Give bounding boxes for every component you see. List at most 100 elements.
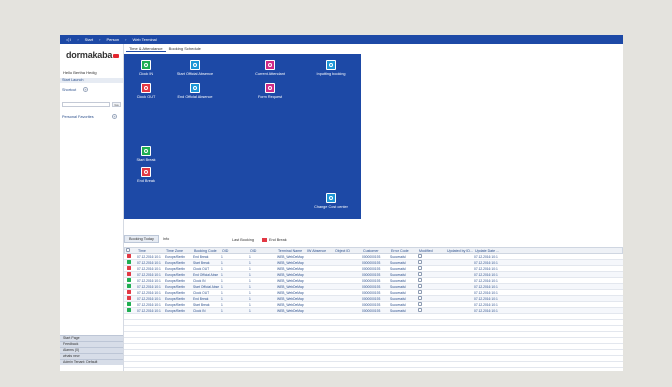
sidebar: dormakaba Hello Bertha Hedig Start Launc… [60,44,124,371]
table-body: 07.12.2016 10:1 Europe/Berlin End Break 1 1 W… [124,254,623,371]
modified-checkbox[interactable] [417,272,445,277]
col-time-zone[interactable]: Time Zone [165,249,193,253]
row-status-icon [124,272,136,277]
cell-booking-code: End Break [193,254,209,259]
cell-oid: 1 [221,260,223,265]
cell-booking-code: Clock OUT [193,266,210,271]
breadcrumb-web-terminal[interactable]: Web Terminal [132,37,156,42]
shortcut-input[interactable] [62,102,110,107]
cell-time-zone: Europe/Berlin [165,278,185,283]
cell-oid-2: 1 [249,254,251,259]
row-status-icon [124,260,136,265]
col-time[interactable]: Time [137,249,165,253]
end-absence-icon [190,83,200,93]
cell-oid-2: 1 [249,296,251,301]
add-shortcut-icon[interactable]: + [83,87,88,92]
inputting-booking-tile[interactable]: Inputting booking [309,60,353,76]
clock-out-tile[interactable]: Clock OUT [124,83,168,99]
cost-center-icon [326,193,336,203]
col-oid[interactable]: OID [221,249,249,253]
cell-terminal-name: WEB_WebDeMap [277,308,304,313]
col-iw-absence[interactable]: IW Absence [306,249,334,253]
modified-checkbox[interactable] [417,266,445,271]
sidebar-bottom-menu: Start Page Feedback Alarms (0) whats new… [60,335,123,365]
modified-checkbox[interactable] [417,284,445,289]
cell-error-code: Successful [390,278,406,283]
col-update-date[interactable]: Update Date ... [474,249,504,253]
cell-error-code: Successful [390,260,406,265]
start-official-absence-tile[interactable]: Start Official Absence [173,60,217,76]
cell-time-zone: Europe/Berlin [165,272,185,277]
cell-oid: 1 [221,272,223,277]
col-terminal-name[interactable]: Terminal Name [277,249,306,253]
row-status-icon [124,296,136,301]
tab-booking-today[interactable]: Booking Today [124,234,159,243]
cell-booking-code: End Official Abse [193,272,219,277]
cell-terminal-name: WEB_WebDeMap [277,260,304,265]
current-attendant-tile[interactable]: Current Attendant [248,60,292,76]
modified-checkbox[interactable] [417,254,445,259]
add-favorite-icon[interactable]: + [112,114,117,119]
cell-oid-2: 1 [249,308,251,313]
breadcrumb-start[interactable]: Start [85,37,93,42]
form-request-tile[interactable]: Form Request [248,83,292,99]
sidebar-item-admin-tenant[interactable]: Admin Tenant: Default [60,359,123,365]
cell-error-code: Successful [390,254,406,259]
modified-checkbox[interactable] [417,296,445,301]
col-updated-by[interactable]: Updated by ID... [446,249,474,253]
cell-time: 07.12.2016 10:1 [137,290,161,295]
col-booking-code[interactable]: Booking Code [193,249,221,253]
col-modified[interactable]: Modified [418,249,446,253]
cell-terminal-name: WEB_WebDeMap [277,278,304,283]
cell-customer: 0000000193 [362,284,381,289]
end-break-tile[interactable]: End Break [124,167,168,183]
breadcrumb-person[interactable]: Person [106,37,119,42]
tab-info[interactable]: Info [159,236,173,242]
start-absence-icon [190,60,200,70]
cell-customer: 0000000193 [362,272,381,277]
back-icon[interactable]: ◁ I [66,37,71,42]
col-object-id[interactable]: Object ID [334,249,362,253]
cell-error-code: Successful [390,272,406,277]
clock-in-tile[interactable]: Clock IN [124,60,168,76]
empty-row [124,368,623,371]
table-header: Time Time Zone Booking Code OID OID Term… [124,247,623,254]
col-customer[interactable]: Customer [362,249,390,253]
cell-customer: 0000000193 [362,290,381,295]
modified-checkbox[interactable] [417,290,445,295]
tab-booking-schedule[interactable]: Booking Schedule [166,45,204,52]
main-tabs: Time & Attendance Booking Schedule [126,45,204,52]
cell-error-code: Successful [390,290,406,295]
cell-error-code: Successful [390,266,406,271]
modified-checkbox[interactable] [417,308,445,313]
modified-checkbox[interactable] [417,260,445,265]
lower-tabs: Booking Today Info [124,234,173,243]
cell-customer: 0000000193 [362,260,381,265]
col-error-code[interactable]: Error Code [390,249,418,253]
cell-time-zone: Europe/Berlin [165,290,185,295]
logo-mark-icon [113,53,120,58]
clock-out-icon [141,83,151,93]
end-official-absence-tile[interactable]: End Official Absence [173,83,217,99]
select-all-checkbox[interactable] [125,248,137,253]
cell-oid-2: 1 [249,284,251,289]
go-button[interactable]: Go [112,102,121,107]
quick-launch-header[interactable]: Start Launch [60,78,123,83]
cell-customer: 0000000193 [362,266,381,271]
cell-oid: 1 [221,290,223,295]
start-break-tile[interactable]: Start Break [124,146,168,162]
start-break-icon [141,146,151,156]
cell-update-date: 07.12.2016 10:1 [474,254,498,259]
cell-customer: 0000000193 [362,296,381,301]
modified-checkbox[interactable] [417,278,445,283]
change-cost-center-tile[interactable]: Change Cost center [309,193,353,209]
row-status-icon [124,266,136,271]
modified-checkbox[interactable] [417,302,445,307]
col-oid-2[interactable]: OID [249,249,277,253]
user-greeting[interactable]: Hello Bertha Hedig [63,70,97,75]
cell-update-date: 07.12.2016 10:1 [474,278,498,283]
row-status-icon [124,308,136,313]
cell-oid-2: 1 [249,302,251,307]
cell-terminal-name: WEB_WebDeMap [277,266,304,271]
tab-time-attendance[interactable]: Time & Attendance [126,45,166,52]
